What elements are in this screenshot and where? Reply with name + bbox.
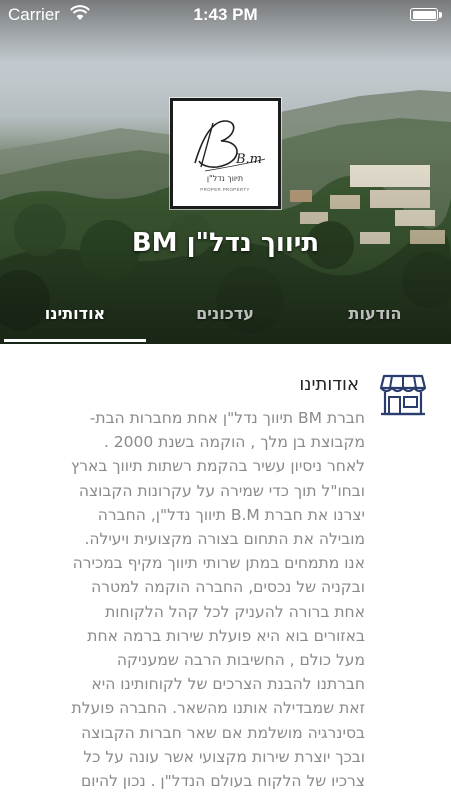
about-line: יצרנו את חברת B.M תיווך נדל"ן, החברה (97, 505, 365, 524)
about-line: לאחר ניסיון עשיר בהקמת רשתות תיווך בארץ (70, 457, 365, 476)
about-line: בסינרגיה מושלמת אם שאר חברות הקבוצה (81, 723, 365, 742)
hero-header: Carrier 1:43 PM B.m תיווך נדל"ן PROPER P… (0, 0, 451, 344)
logo-monogram: B.m (235, 152, 262, 167)
about-line: זאת שמבדילה אותנו מהשאר. החברה פועלת (71, 699, 365, 718)
app-screen: Carrier 1:43 PM B.m תיווך נדל"ן PROPER P… (0, 0, 451, 800)
about-line: אנו מתמחים במתן שרותי תיווך מקיף במכירה (72, 554, 365, 573)
about-line: חברת BM תיווך נדל"ן אחת מחברות הבת- (89, 409, 365, 427)
status-bar: Carrier 1:43 PM (0, 0, 451, 30)
about-line: ובקניה של נכסים, החברה הוקמה למטרה (91, 578, 365, 597)
about-section: אודותינו חברת BM תיווך נדל"ן אחת מחברות … (0, 344, 451, 800)
tab-updates[interactable]: עדכונים (150, 304, 300, 323)
about-line: ובכך יוצרת שירות מקצועי אשר עונה על כל (83, 747, 365, 766)
storefront-icon (380, 374, 426, 416)
about-title: אודותינו (299, 374, 359, 395)
status-time: 1:43 PM (193, 5, 258, 24)
about-line: חברתנו להבנת הצרכים של לקוחותינו היא (91, 675, 365, 694)
about-body: חברת BM תיווך נדל"ן אחת מחברות הבת- מקבו… (45, 406, 365, 793)
battery-tip (439, 12, 442, 18)
business-name: תיווך נדל"ן BM (131, 228, 320, 258)
battery-level (412, 10, 436, 19)
about-line: צרכיו של הלקוח בעולם הנדל"ן . נכון להיום (80, 772, 365, 791)
about-line: ובחו"ל תוך כדי שמירה על עקרונות הקבוצה (78, 481, 365, 500)
logo-artwork: B.m תיווך נדל"ן PROPER PROPERTY (194, 120, 266, 192)
tab-about[interactable]: אודותינו (0, 304, 150, 323)
tab-bar: הודעות עדכונים אודותינו (0, 300, 451, 344)
about-line: מקבוצת בן מלך , הוקמה בשנת 2000 . (103, 433, 365, 452)
battery-icon (410, 8, 438, 21)
about-line: באזורים בוא היא פועלת שירות ברמה אחת (87, 626, 365, 645)
business-logo: B.m תיווך נדל"ן PROPER PROPERTY (170, 98, 281, 209)
logo-hebrew-name: תיווך נדל"ן (207, 174, 243, 183)
about-line: מעל כולם , החשיבות הרבה שמעניקה (116, 651, 365, 670)
about-line: אחת ברורה להעניק לכל קהל הלקוחות (105, 602, 365, 621)
logo-tagline: PROPER PROPERTY (200, 187, 249, 192)
active-tab-indicator (4, 339, 146, 342)
about-line: מובילה את התחום בצורה מקצועית ויעילה. (84, 530, 365, 549)
tab-messages[interactable]: הודעות (300, 304, 450, 323)
